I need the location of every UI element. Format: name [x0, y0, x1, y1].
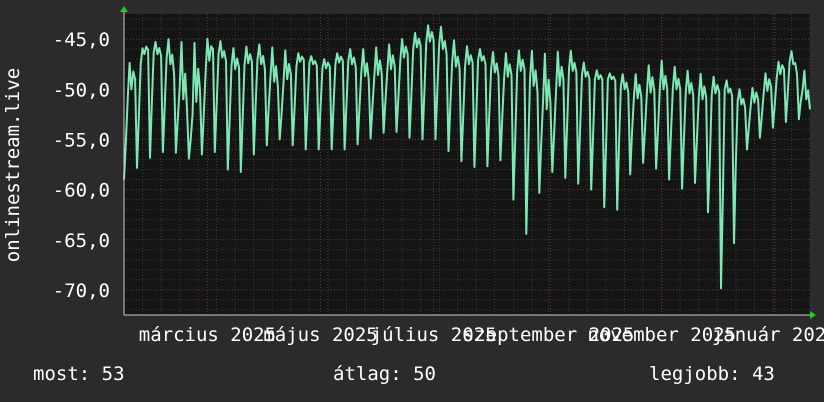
rrd-graph: -45,0 -50,0 -55,0 -60,0 -65,0 -70,0 március 2…	[2, 6, 824, 346]
y-tick-label: -50,0	[53, 79, 110, 101]
y-axis-label-group: onlinestream.live	[2, 68, 24, 262]
y-tick-label: -70,0	[53, 280, 110, 302]
y-axis-label: onlinestream.live	[2, 68, 24, 262]
y-tick-label: -60,0	[53, 180, 110, 202]
y-tick-labels: -45,0 -50,0 -55,0 -60,0 -65,0 -70,0	[53, 29, 110, 302]
y-tick-label: -45,0	[53, 29, 110, 51]
x-tick-label: május 2025	[263, 324, 377, 346]
x-axis-arrow-icon	[810, 311, 816, 319]
x-tick-label: január 2026	[712, 324, 824, 346]
x-tick-labels: március 2025május 2025július 2025szeptem…	[139, 324, 824, 346]
y-tick-label: -55,0	[53, 129, 110, 151]
x-tick-label: március 2025	[139, 324, 276, 346]
current-value: most: 53	[33, 363, 125, 385]
y-tick-label: -65,0	[53, 230, 110, 252]
y-axis-arrow-icon	[120, 6, 128, 12]
average-value: átlag: 50	[333, 363, 436, 385]
best-value: legjobb: 43	[649, 363, 775, 385]
